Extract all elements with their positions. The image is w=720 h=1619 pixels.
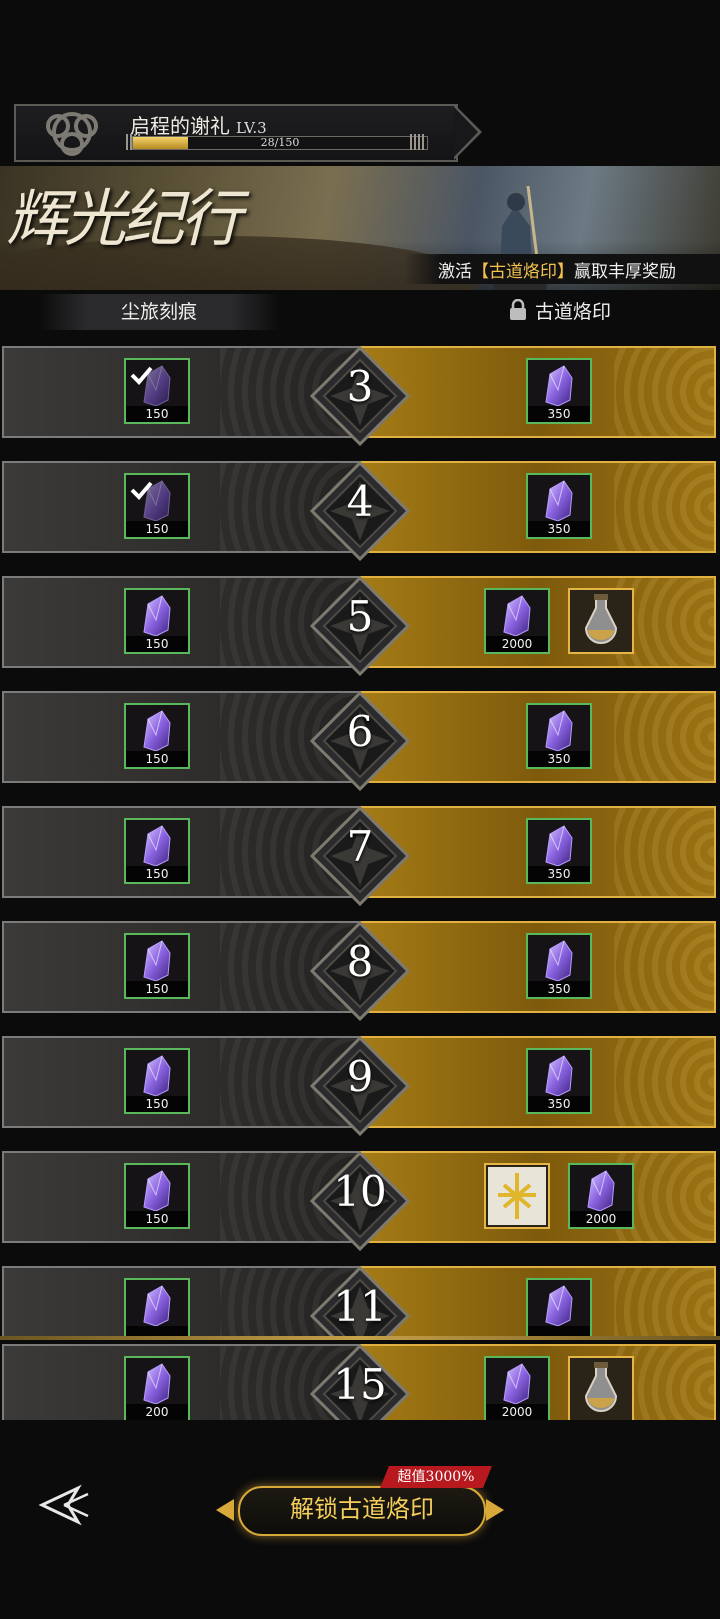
level-number: 3 [346, 362, 374, 411]
free-reward-crystal[interactable] [124, 1278, 190, 1336]
reward-quantity: 350 [528, 751, 590, 767]
paid-reward-crystal[interactable]: 350 [526, 473, 592, 539]
level-number: 15 [333, 1360, 387, 1409]
reward-quantity: 150 [126, 751, 188, 767]
paid-reward-crystal[interactable]: 350 [526, 818, 592, 884]
reward-row: 11 [0, 1264, 720, 1336]
level-number: 6 [346, 707, 374, 756]
level-number: 7 [346, 822, 374, 871]
paid-reward-potion[interactable] [568, 588, 634, 654]
free-reward-crystal[interactable]: 150 [124, 588, 190, 654]
free-reward-crystal[interactable]: 150 [124, 1048, 190, 1114]
reward-row: 9 150 350 [0, 1034, 720, 1136]
value-badge: 超值3000% [380, 1466, 492, 1488]
reward-row: 6 150 350 [0, 689, 720, 791]
paid-reward-crystal[interactable] [526, 1278, 592, 1336]
unlock-paid-track-button[interactable]: 解锁古道烙印 [212, 1482, 508, 1538]
paid-reward-crystal[interactable]: 350 [526, 933, 592, 999]
free-reward-crystal[interactable]: 150 [124, 933, 190, 999]
reward-quantity: 150 [126, 1096, 188, 1112]
paid-reward-crystal[interactable]: 350 [526, 1048, 592, 1114]
reward-quantity: 150 [126, 636, 188, 652]
reward-row: 10 150 2000 [0, 1149, 720, 1251]
unlock-button-label: 解锁古道烙印 [290, 1495, 434, 1523]
free-reward-crystal[interactable]: 150 [124, 358, 190, 424]
paid-reward-crystal[interactable]: 350 [526, 358, 592, 424]
free-reward-crystal[interactable]: 150 [124, 1163, 190, 1229]
level-number: 4 [346, 477, 374, 526]
free-reward-crystal[interactable]: 150 [124, 703, 190, 769]
reward-quantity: 350 [528, 406, 590, 422]
reward-quantity: 2000 [486, 636, 548, 652]
paid-reward-potion[interactable] [568, 1356, 634, 1422]
level-number: 8 [346, 937, 374, 986]
free-reward-crystal[interactable]: 150 [124, 818, 190, 884]
reward-quantity: 350 [528, 981, 590, 997]
reward-quantity: 2000 [486, 1404, 548, 1420]
reward-rows-list: 3 150 350 4 150 350 5 150 2000 6 150 350 7 150 350 8 150… [0, 0, 720, 1336]
reward-quantity: 350 [528, 521, 590, 537]
level-number: 9 [346, 1052, 374, 1101]
reward-row: 4 150 350 [0, 459, 720, 561]
reward-quantity: 200 [126, 1404, 188, 1420]
paid-reward-rune[interactable] [484, 1163, 550, 1229]
free-reward-crystal[interactable]: 200 [124, 1356, 190, 1422]
reward-quantity [126, 1326, 188, 1336]
reward-quantity: 150 [126, 521, 188, 537]
paid-reward-crystal[interactable]: 350 [526, 703, 592, 769]
paid-reward-crystal[interactable]: 2000 [484, 1356, 550, 1422]
reward-quantity: 150 [126, 406, 188, 422]
free-reward-crystal[interactable]: 150 [124, 473, 190, 539]
reward-quantity: 150 [126, 1211, 188, 1227]
level-number: 5 [346, 592, 374, 641]
reward-row: 3 150 350 [0, 344, 720, 446]
claimed-check-icon [130, 366, 153, 385]
level-number: 10 [333, 1167, 387, 1216]
claimed-check-icon [130, 481, 153, 500]
reward-quantity: 150 [126, 981, 188, 997]
paid-reward-crystal[interactable]: 2000 [568, 1163, 634, 1229]
paid-reward-crystal[interactable]: 2000 [484, 588, 550, 654]
reward-row: 8 150 350 [0, 919, 720, 1021]
reward-row: 5 150 2000 [0, 574, 720, 676]
reward-quantity: 2000 [570, 1211, 632, 1227]
back-arrow-icon[interactable] [38, 1484, 92, 1526]
reward-quantity: 150 [126, 866, 188, 882]
level-number: 11 [333, 1282, 387, 1331]
reward-quantity [528, 1326, 590, 1336]
reward-row: 7 150 350 [0, 804, 720, 906]
reward-quantity: 350 [528, 866, 590, 882]
reward-quantity: 350 [528, 1096, 590, 1112]
